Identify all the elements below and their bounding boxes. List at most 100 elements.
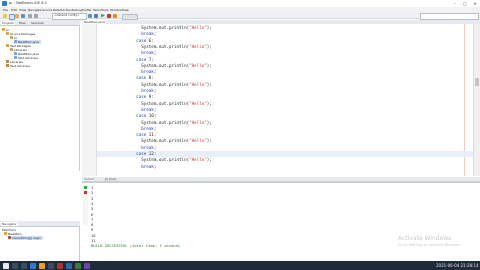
undo-icon[interactable] bbox=[28, 13, 32, 18]
scrollbar-thumb[interactable] bbox=[475, 78, 479, 86]
window-title: pr - NetBeans IDE 8.2 bbox=[9, 1, 47, 5]
menu-team[interactable]: Team bbox=[93, 8, 101, 12]
code-token: 11: bbox=[146, 132, 157, 138]
minimize-button[interactable]: – bbox=[450, 0, 460, 7]
store-icon[interactable] bbox=[48, 262, 54, 269]
code-line[interactable]: case 6: bbox=[116, 38, 154, 43]
tab-navigator[interactable]: Navigator bbox=[1, 222, 18, 226]
code-line[interactable]: break; bbox=[116, 145, 156, 150]
netbeans-taskbar-icon[interactable] bbox=[66, 262, 72, 269]
code-line[interactable]: System.out.println("Hello"); bbox=[116, 138, 212, 143]
app-icon[interactable] bbox=[57, 262, 63, 269]
tab-output[interactable]: Output bbox=[83, 177, 96, 181]
code-line[interactable]: case 9: bbox=[116, 94, 154, 99]
code-line[interactable]: break; bbox=[116, 107, 156, 112]
code-line[interactable]: System.out.println("Hello"); bbox=[116, 101, 212, 106]
output-line: 3 bbox=[91, 195, 94, 201]
open-project-icon[interactable] bbox=[15, 13, 19, 18]
menu-edit[interactable]: Edit bbox=[11, 8, 17, 12]
code-token: ; bbox=[153, 50, 157, 56]
code-line[interactable]: System.out.println("Hello"); bbox=[116, 25, 212, 30]
code-line[interactable]: break; bbox=[116, 31, 156, 36]
close-button[interactable]: ✕ bbox=[470, 0, 480, 7]
output-line: 2 bbox=[91, 190, 94, 196]
menu-debug[interactable]: Debug bbox=[72, 8, 82, 12]
tab-files[interactable]: Files bbox=[18, 21, 27, 25]
profile-icon[interactable] bbox=[113, 13, 117, 18]
output-line: 10 bbox=[91, 232, 96, 238]
code-line[interactable]: case 10: bbox=[116, 113, 156, 118]
rerun-icon[interactable] bbox=[84, 186, 87, 189]
code-line[interactable]: System.out.println("Hello"); bbox=[116, 82, 212, 87]
menu-source[interactable]: Source bbox=[42, 8, 52, 12]
config-select[interactable]: <default config> bbox=[52, 13, 87, 20]
search-icon[interactable] bbox=[12, 262, 18, 269]
menu-view[interactable]: View bbox=[19, 8, 26, 12]
code-line[interactable]: case 12: bbox=[116, 151, 156, 156]
menu-window[interactable]: Window bbox=[110, 8, 122, 12]
search-input[interactable] bbox=[420, 13, 479, 20]
keyword-token: case bbox=[136, 132, 147, 138]
navigator-item-selected[interactable]: main(String[] args) bbox=[8, 236, 43, 240]
code-line[interactable]: System.out.println("Hello"); bbox=[116, 157, 212, 162]
start-icon[interactable] bbox=[3, 262, 9, 269]
string-token: "Hello" bbox=[189, 157, 207, 163]
code-line[interactable]: break; bbox=[116, 50, 156, 55]
task-view-icon[interactable] bbox=[21, 262, 27, 269]
code-line[interactable]: break; bbox=[116, 88, 156, 93]
app-icon[interactable] bbox=[75, 262, 81, 269]
file-explorer-icon[interactable] bbox=[39, 262, 45, 269]
code-line[interactable]: break; bbox=[116, 69, 156, 74]
library-icon bbox=[6, 64, 9, 68]
app-icon[interactable] bbox=[84, 262, 90, 269]
maximize-button[interactable]: □ bbox=[460, 0, 470, 7]
redo-icon[interactable] bbox=[34, 13, 38, 18]
editor-scrollbar[interactable] bbox=[473, 24, 480, 176]
activate-windows-subtitle: Go to Settings to activate Windows. bbox=[398, 243, 461, 247]
activate-windows-title: Activate Windows bbox=[398, 235, 452, 242]
menu-tools[interactable]: Tools bbox=[101, 8, 108, 12]
code-line[interactable]: break; bbox=[116, 164, 156, 169]
edge-browser-icon[interactable] bbox=[30, 262, 36, 269]
code-token: ; bbox=[153, 125, 157, 131]
code-line[interactable]: break; bbox=[116, 126, 156, 131]
build-icon[interactable] bbox=[88, 13, 92, 18]
clean-build-icon[interactable] bbox=[94, 13, 98, 18]
main-toolbar: <default config> bbox=[0, 12, 480, 20]
code-line[interactable]: case 7: bbox=[116, 57, 154, 62]
tab-pr-run[interactable]: pr (run) bbox=[104, 177, 117, 182]
code-line[interactable]: System.out.println("Hello"); bbox=[116, 44, 212, 49]
code-line[interactable]: case 8: bbox=[116, 75, 154, 80]
code-token: ); bbox=[206, 81, 212, 87]
code-token: ; bbox=[153, 88, 157, 93]
debug-icon[interactable] bbox=[107, 13, 111, 18]
tab-services[interactable]: Services bbox=[30, 21, 45, 25]
keyword-token: case bbox=[136, 37, 147, 43]
code-token: System.out.println( bbox=[141, 157, 190, 163]
code-editor[interactable]: System.out.println("Hello"); break; case… bbox=[82, 24, 473, 176]
save-all-icon[interactable] bbox=[21, 13, 25, 18]
menu-run[interactable]: Run bbox=[66, 8, 72, 12]
tab-projects[interactable]: Projects bbox=[1, 21, 15, 25]
tree-node[interactable]: Test Libraries bbox=[6, 64, 30, 68]
taskbar-clock: 2021-06-04 21:28:14 bbox=[436, 263, 479, 268]
java-file-icon bbox=[14, 56, 17, 60]
code-line[interactable]: System.out.println("Hello"); bbox=[116, 63, 212, 68]
run-icon[interactable] bbox=[101, 13, 105, 18]
memory-meter[interactable] bbox=[122, 13, 138, 20]
menu-navigate[interactable]: Navigate bbox=[28, 8, 41, 12]
output-side-toolbar bbox=[83, 185, 88, 225]
code-token: ); bbox=[206, 25, 212, 30]
code-line[interactable]: System.out.println("Hello"); bbox=[116, 120, 212, 125]
stop-icon[interactable] bbox=[84, 191, 87, 194]
menu-profile[interactable]: Profile bbox=[82, 8, 91, 12]
menu-help[interactable]: Help bbox=[122, 8, 129, 12]
output-console[interactable]: 1 2 3 4 5 6 7 8 9 10 11 BUILD SUCCESSFUL (total tim… bbox=[82, 182, 480, 260]
new-project-icon[interactable] bbox=[3, 13, 7, 18]
code-token: 10: bbox=[146, 113, 157, 119]
menu-refactor[interactable]: Refactor bbox=[53, 8, 66, 12]
code-line[interactable]: case 11: bbox=[116, 132, 156, 137]
java-file-icon bbox=[14, 52, 17, 56]
menu-file[interactable]: File bbox=[3, 8, 8, 12]
coffee-cup-icon bbox=[2, 28, 5, 32]
